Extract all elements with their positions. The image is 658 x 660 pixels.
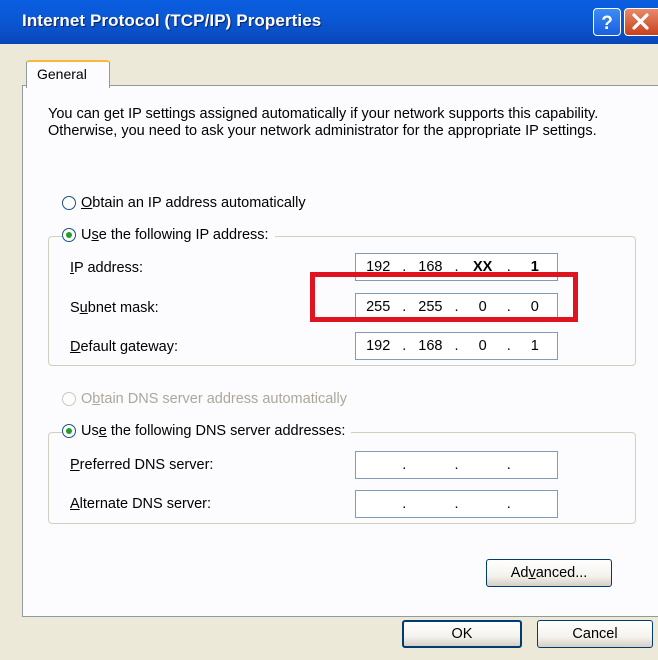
use-following-dns-radio[interactable]: Use the following DNS server addresses: (62, 423, 352, 439)
gateway-octet[interactable]: 168 (408, 338, 452, 354)
obtain-ip-auto-radio[interactable]: Obtain an IP address automatically (62, 195, 312, 211)
radio-circle-selected (62, 424, 76, 438)
subnet-mask-label: Subnet mask: (70, 300, 159, 316)
gateway-octet[interactable]: 192 (356, 338, 400, 354)
obtain-dns-auto-radio[interactable]: Obtain DNS server address automatically (62, 391, 353, 407)
obtain-ip-auto-label: Obtain an IP address automatically (81, 195, 306, 211)
obtain-dns-auto-label: Obtain DNS server address automatically (81, 391, 347, 407)
use-following-dns-label: Use the following DNS server addresses: (81, 423, 346, 439)
preferred-dns-field[interactable]: . . . (355, 451, 558, 479)
advanced-button-label: Advanced... (510, 565, 588, 581)
advanced-button[interactable]: Advanced... (486, 559, 612, 587)
title-bar[interactable]: Internet Protocol (TCP/IP) Properties ? (0, 0, 658, 44)
gateway-octet[interactable]: 0 (460, 338, 504, 354)
radio-circle-disabled (62, 392, 76, 406)
window-title: Internet Protocol (TCP/IP) Properties (22, 11, 322, 30)
gateway-octet[interactable]: 1 (513, 338, 557, 354)
description-text: You can get IP settings assigned automat… (48, 106, 599, 139)
use-following-ip-radio[interactable]: Use the following IP address: (62, 227, 275, 243)
close-icon (632, 13, 649, 30)
ip-address-label: IP address: (70, 260, 144, 276)
default-gateway-field[interactable]: 192. 168. 0. 1 (355, 332, 558, 360)
alternate-dns-field[interactable]: . . . (355, 490, 558, 518)
tab-general-label: General (37, 66, 87, 82)
help-button[interactable]: ? (593, 8, 621, 36)
help-icon: ? (601, 13, 613, 34)
ok-button-label: OK (451, 626, 473, 642)
use-following-ip-label: Use the following IP address: (81, 227, 269, 243)
ok-button[interactable]: OK (402, 620, 522, 648)
cancel-button-label: Cancel (572, 626, 618, 642)
highlight-box (310, 272, 578, 322)
alternate-dns-label: Alternate DNS server: (70, 496, 212, 512)
radio-circle (62, 196, 76, 210)
cancel-button[interactable]: Cancel (537, 620, 653, 648)
close-button[interactable] (624, 8, 658, 36)
svg-text:?: ? (601, 13, 613, 34)
preferred-dns-label: Preferred DNS server: (70, 457, 214, 473)
tab-general[interactable]: General (26, 60, 110, 88)
radio-circle-selected (62, 228, 76, 242)
default-gateway-label: Default gateway: (70, 339, 179, 355)
